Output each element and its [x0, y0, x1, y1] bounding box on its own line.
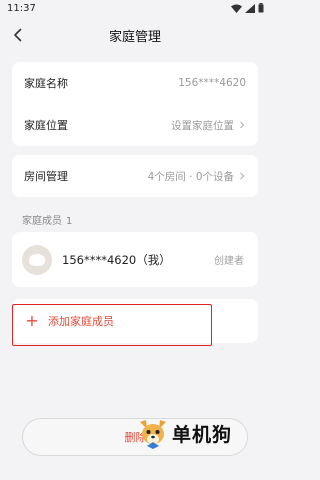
page-title: 家庭管理 — [108, 30, 161, 45]
status-time: 11:37 — [7, 3, 36, 14]
family-location-value: 设置家庭位置 — [171, 118, 246, 133]
add-member-label: 添加家庭成员 — [48, 315, 114, 328]
chevron-right-icon — [240, 121, 245, 129]
family-location-label: 家庭位置 — [24, 119, 68, 132]
family-location-row[interactable]: 家庭位置 设置家庭位置 — [12, 104, 258, 146]
add-member-card: + 添加家庭成员 — [12, 299, 258, 343]
member-card: 156****4620（我） 创建者 — [12, 232, 258, 287]
watermark-text: 单机狗 — [172, 423, 233, 446]
wifi-icon — [231, 4, 242, 13]
status-icons — [231, 3, 264, 13]
nav-bar: 家庭管理 — [0, 20, 270, 50]
member-name: 156****4620（我） — [62, 252, 171, 267]
watermark: 单机狗 — [136, 416, 232, 450]
family-name-label: 家庭名称 — [24, 77, 68, 90]
family-name-row[interactable]: 家庭名称 156****4620 — [12, 62, 258, 104]
member-row[interactable]: 156****4620（我） 创建者 — [12, 232, 258, 287]
signal-icon — [245, 3, 255, 13]
family-info-card: 家庭名称 156****4620 家庭位置 设置家庭位置 — [12, 62, 258, 146]
rooms-label: 房间管理 — [24, 170, 68, 183]
family-name-value: 156****4620 — [178, 77, 246, 89]
add-member-button[interactable]: + 添加家庭成员 — [12, 299, 258, 343]
rooms-row[interactable]: 房间管理 4个房间 · 0个设备 — [12, 155, 258, 197]
members-count: 1 — [66, 216, 73, 227]
status-bar: 11:37 — [0, 0, 270, 18]
chevron-right-icon — [240, 172, 245, 180]
member-role: 创建者 — [214, 256, 244, 267]
battery-icon — [258, 3, 264, 13]
plus-icon: + — [25, 311, 39, 330]
rooms-value: 4个房间 · 0个设备 — [148, 169, 246, 184]
members-section-label: 家庭成员 1 — [22, 216, 73, 227]
rooms-card: 房间管理 4个房间 · 0个设备 — [12, 155, 258, 197]
dog-logo-icon — [140, 420, 166, 449]
avatar — [22, 244, 52, 275]
